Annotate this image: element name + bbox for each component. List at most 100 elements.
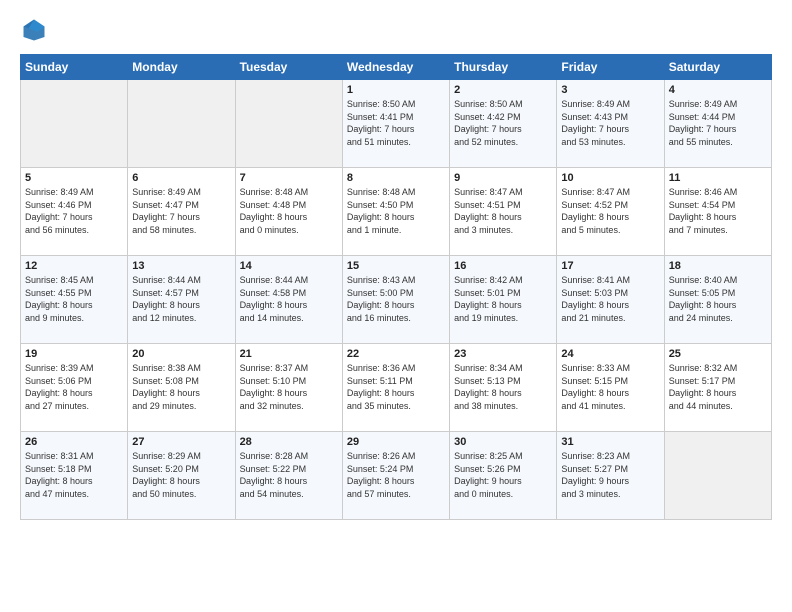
day-info: Sunrise: 8:50 AM Sunset: 4:41 PM Dayligh… [347,98,445,148]
day-info: Sunrise: 8:25 AM Sunset: 5:26 PM Dayligh… [454,450,552,500]
day-info: Sunrise: 8:49 AM Sunset: 4:44 PM Dayligh… [669,98,767,148]
calendar-cell: 30 Sunrise: 8:25 AM Sunset: 5:26 PM Dayli… [450,432,557,520]
calendar-cell: 22 Sunrise: 8:36 AM Sunset: 5:11 PM Dayli… [342,344,449,432]
day-number: 22 [347,348,445,360]
weekday-sunday: Sunday [21,55,128,80]
day-info: Sunrise: 8:43 AM Sunset: 5:00 PM Dayligh… [347,274,445,324]
day-info: Sunrise: 8:32 AM Sunset: 5:17 PM Dayligh… [669,362,767,412]
weekday-tuesday: Tuesday [235,55,342,80]
calendar-cell: 14Sunrise: 8:44 AM Sunset: 4:58 PM Dayli… [235,256,342,344]
day-number: 4 [669,84,767,96]
weekday-saturday: Saturday [664,55,771,80]
day-number: 9 [454,172,552,184]
day-info: Sunrise: 8:44 AM Sunset: 4:58 PM Dayligh… [240,274,338,324]
day-info: Sunrise: 8:38 AM Sunset: 5:08 PM Dayligh… [132,362,230,412]
calendar-cell: 4 Sunrise: 8:49 AM Sunset: 4:44 PM Daylig… [664,80,771,168]
day-number: 10 [561,172,659,184]
header [20,16,772,44]
day-number: 29 [347,436,445,448]
calendar-cell: 3 Sunrise: 8:49 AM Sunset: 4:43 PM Daylig… [557,80,664,168]
day-info: Sunrise: 8:44 AM Sunset: 4:57 PM Dayligh… [132,274,230,324]
calendar-week-5: 26 Sunrise: 8:31 AM Sunset: 5:18 PM Dayli… [21,432,772,520]
day-info: Sunrise: 8:48 AM Sunset: 4:48 PM Dayligh… [240,186,338,236]
day-number: 1 [347,84,445,96]
calendar-cell [235,80,342,168]
day-info: Sunrise: 8:49 AM Sunset: 4:43 PM Dayligh… [561,98,659,148]
calendar-cell: 17 Sunrise: 8:41 AM Sunset: 5:03 PM Dayli… [557,256,664,344]
calendar-week-1: 1 Sunrise: 8:50 AM Sunset: 4:41 PM Daylig… [21,80,772,168]
day-number: 3 [561,84,659,96]
day-info: Sunrise: 8:46 AM Sunset: 4:54 PM Dayligh… [669,186,767,236]
calendar-cell: 24 Sunrise: 8:33 AM Sunset: 5:15 PM Dayli… [557,344,664,432]
day-number: 31 [561,436,659,448]
day-info: Sunrise: 8:48 AM Sunset: 4:50 PM Dayligh… [347,186,445,236]
page: SundayMondayTuesdayWednesdayThursdayFrid… [0,0,792,612]
day-info: Sunrise: 8:42 AM Sunset: 5:01 PM Dayligh… [454,274,552,324]
calendar-cell: 20 Sunrise: 8:38 AM Sunset: 5:08 PM Dayli… [128,344,235,432]
calendar-cell: 13 Sunrise: 8:44 AM Sunset: 4:57 PM Dayli… [128,256,235,344]
weekday-friday: Friday [557,55,664,80]
day-info: Sunrise: 8:47 AM Sunset: 4:51 PM Dayligh… [454,186,552,236]
day-number: 20 [132,348,230,360]
day-number: 17 [561,260,659,272]
calendar-cell: 28Sunrise: 8:28 AM Sunset: 5:22 PM Dayli… [235,432,342,520]
calendar-cell: 9 Sunrise: 8:47 AM Sunset: 4:51 PM Daylig… [450,168,557,256]
day-info: Sunrise: 8:31 AM Sunset: 5:18 PM Dayligh… [25,450,123,500]
day-number: 30 [454,436,552,448]
day-number: 19 [25,348,123,360]
calendar-cell: 16 Sunrise: 8:42 AM Sunset: 5:01 PM Dayli… [450,256,557,344]
calendar-cell: 11Sunrise: 8:46 AM Sunset: 4:54 PM Dayli… [664,168,771,256]
calendar-cell: 25 Sunrise: 8:32 AM Sunset: 5:17 PM Dayli… [664,344,771,432]
day-info: Sunrise: 8:23 AM Sunset: 5:27 PM Dayligh… [561,450,659,500]
day-number: 7 [240,172,338,184]
weekday-wednesday: Wednesday [342,55,449,80]
weekday-monday: Monday [128,55,235,80]
calendar-cell: 26 Sunrise: 8:31 AM Sunset: 5:18 PM Dayli… [21,432,128,520]
day-info: Sunrise: 8:47 AM Sunset: 4:52 PM Dayligh… [561,186,659,236]
calendar: SundayMondayTuesdayWednesdayThursdayFrid… [20,54,772,520]
calendar-cell: 7 Sunrise: 8:48 AM Sunset: 4:48 PM Daylig… [235,168,342,256]
weekday-thursday: Thursday [450,55,557,80]
day-info: Sunrise: 8:34 AM Sunset: 5:13 PM Dayligh… [454,362,552,412]
day-number: 23 [454,348,552,360]
day-info: Sunrise: 8:39 AM Sunset: 5:06 PM Dayligh… [25,362,123,412]
day-info: Sunrise: 8:36 AM Sunset: 5:11 PM Dayligh… [347,362,445,412]
weekday-header-row: SundayMondayTuesdayWednesdayThursdayFrid… [21,55,772,80]
day-number: 5 [25,172,123,184]
day-info: Sunrise: 8:41 AM Sunset: 5:03 PM Dayligh… [561,274,659,324]
calendar-cell: 8 Sunrise: 8:48 AM Sunset: 4:50 PM Daylig… [342,168,449,256]
day-info: Sunrise: 8:33 AM Sunset: 5:15 PM Dayligh… [561,362,659,412]
logo [20,16,52,44]
day-info: Sunrise: 8:40 AM Sunset: 5:05 PM Dayligh… [669,274,767,324]
day-number: 13 [132,260,230,272]
calendar-cell: 1 Sunrise: 8:50 AM Sunset: 4:41 PM Daylig… [342,80,449,168]
calendar-cell: 18Sunrise: 8:40 AM Sunset: 5:05 PM Dayli… [664,256,771,344]
logo-icon [20,16,48,44]
day-number: 24 [561,348,659,360]
calendar-cell: 31 Sunrise: 8:23 AM Sunset: 5:27 PM Dayli… [557,432,664,520]
day-info: Sunrise: 8:28 AM Sunset: 5:22 PM Dayligh… [240,450,338,500]
calendar-cell: 10 Sunrise: 8:47 AM Sunset: 4:52 PM Dayli… [557,168,664,256]
day-info: Sunrise: 8:45 AM Sunset: 4:55 PM Dayligh… [25,274,123,324]
day-number: 25 [669,348,767,360]
day-info: Sunrise: 8:50 AM Sunset: 4:42 PM Dayligh… [454,98,552,148]
day-number: 8 [347,172,445,184]
day-number: 12 [25,260,123,272]
calendar-week-2: 5 Sunrise: 8:49 AM Sunset: 4:46 PM Daylig… [21,168,772,256]
calendar-cell: 15Sunrise: 8:43 AM Sunset: 5:00 PM Dayli… [342,256,449,344]
calendar-cell: 19 Sunrise: 8:39 AM Sunset: 5:06 PM Dayli… [21,344,128,432]
day-number: 6 [132,172,230,184]
calendar-cell [664,432,771,520]
day-number: 21 [240,348,338,360]
calendar-cell: 21 Sunrise: 8:37 AM Sunset: 5:10 PM Dayli… [235,344,342,432]
day-info: Sunrise: 8:49 AM Sunset: 4:46 PM Dayligh… [25,186,123,236]
calendar-cell: 27Sunrise: 8:29 AM Sunset: 5:20 PM Dayli… [128,432,235,520]
calendar-cell [21,80,128,168]
calendar-cell: 6Sunrise: 8:49 AM Sunset: 4:47 PM Daylig… [128,168,235,256]
calendar-week-3: 12 Sunrise: 8:45 AM Sunset: 4:55 PM Dayli… [21,256,772,344]
day-info: Sunrise: 8:37 AM Sunset: 5:10 PM Dayligh… [240,362,338,412]
day-number: 26 [25,436,123,448]
day-info: Sunrise: 8:29 AM Sunset: 5:20 PM Dayligh… [132,450,230,500]
day-number: 2 [454,84,552,96]
day-number: 16 [454,260,552,272]
